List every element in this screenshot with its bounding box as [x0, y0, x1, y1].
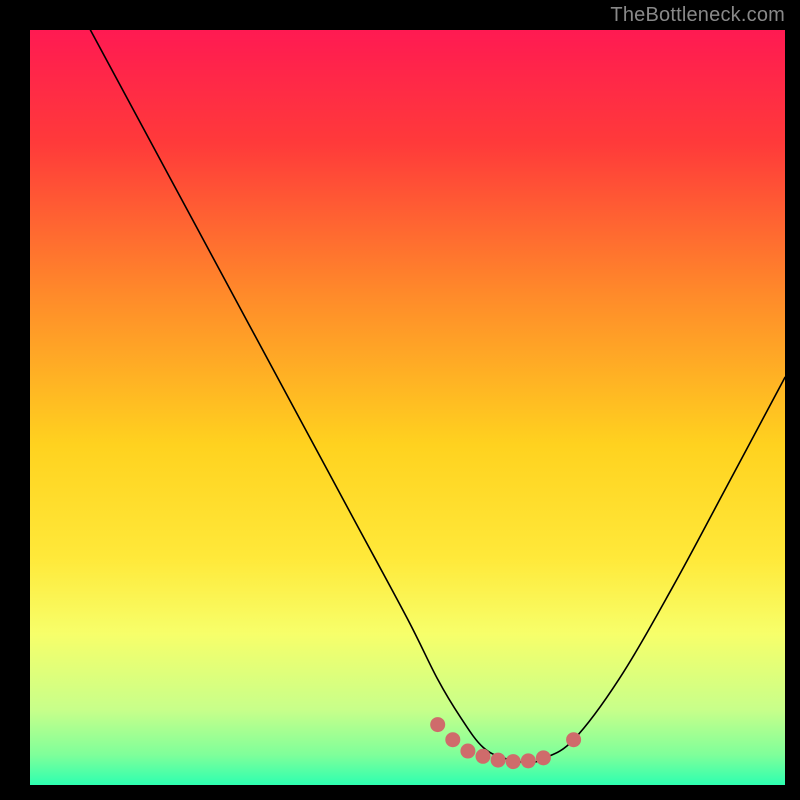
plot-svg [30, 30, 785, 785]
curve-marker [566, 732, 581, 747]
curve-marker [506, 754, 521, 769]
chart-frame: TheBottleneck.com [0, 0, 800, 800]
curve-marker [521, 753, 536, 768]
curve-marker [536, 750, 551, 765]
plot-area [30, 30, 785, 785]
curve-marker [445, 732, 460, 747]
watermark-text: TheBottleneck.com [610, 4, 785, 27]
curve-marker [476, 749, 491, 764]
curve-marker [460, 744, 475, 759]
curve-marker [491, 753, 506, 768]
gradient-background [30, 30, 785, 785]
curve-marker [430, 717, 445, 732]
